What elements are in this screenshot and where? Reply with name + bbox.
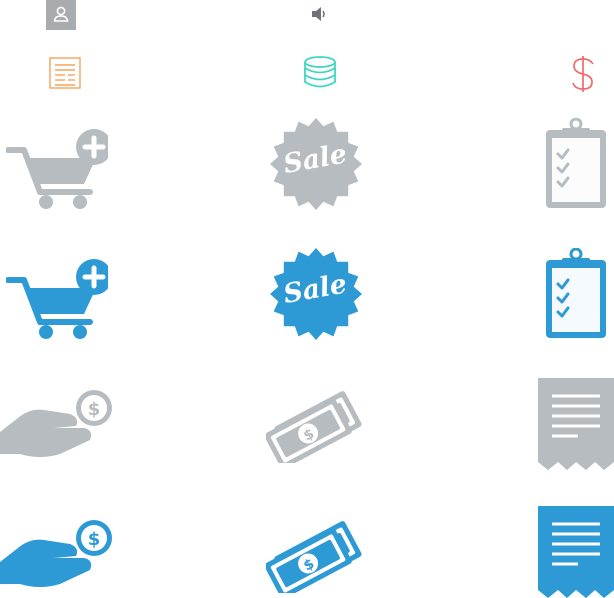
banknotes-icon-blue — [266, 520, 363, 593]
speaker-icon — [312, 7, 325, 21]
cart-add-icon-blue — [6, 259, 108, 342]
document-icon — [49, 57, 81, 89]
coins-icon — [304, 56, 336, 88]
cart-add-icon-gray — [6, 129, 108, 212]
banknotes-icon-gray — [266, 390, 363, 463]
clipboard-checklist-icon-gray — [544, 118, 608, 210]
receipt-icon-gray — [538, 378, 614, 470]
sale-badge-icon-gray: Sale — [270, 118, 362, 210]
clipboard-checklist-icon-blue — [544, 248, 608, 340]
dollar-icon — [572, 56, 594, 92]
user-icon — [46, 0, 76, 30]
sale-badge-icon-blue: Sale — [270, 248, 362, 340]
hand-coin-icon-blue — [0, 520, 112, 587]
hand-coin-icon-gray — [0, 390, 112, 457]
receipt-icon-blue — [538, 506, 614, 598]
